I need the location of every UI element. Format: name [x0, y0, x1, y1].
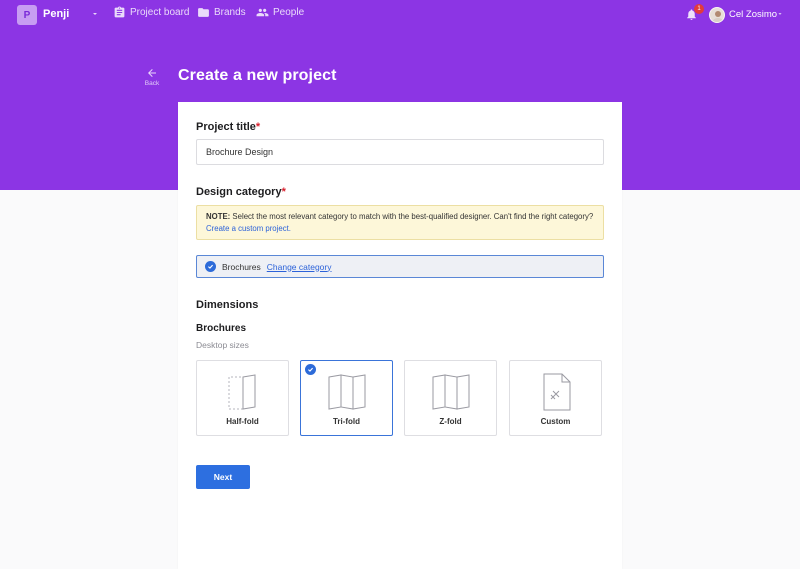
avatar-photo: [712, 11, 724, 22]
selected-category: Brochures Change category: [196, 255, 604, 278]
check-circle-icon: [305, 364, 316, 375]
arrow-left-icon: [148, 69, 156, 77]
category-note: NOTE: Select the most relevant category …: [196, 205, 604, 240]
change-category-link[interactable]: Change category: [267, 262, 332, 272]
required-mark: *: [255, 121, 261, 133]
tri-fold-icon: [328, 374, 365, 410]
avatar[interactable]: [709, 7, 725, 23]
dimensions-sub-label: Brochures: [196, 323, 247, 334]
project-title-input[interactable]: [196, 139, 604, 165]
option-half-fold[interactable]: Half-fold: [196, 360, 289, 436]
create-custom-project-link[interactable]: Create a custom project.: [206, 224, 291, 233]
option-z-fold[interactable]: Z-fold: [404, 360, 497, 436]
people-icon: [256, 8, 269, 17]
half-fold-icon: [228, 374, 255, 410]
z-fold-icon: [432, 374, 469, 410]
option-custom[interactable]: Custom: [509, 360, 602, 436]
user-name[interactable]: Cel Zosimo: [729, 9, 777, 20]
nav-people[interactable]: People: [256, 6, 304, 19]
check-circle-icon: [205, 261, 216, 272]
clipboard-icon: [114, 6, 125, 18]
dimensions-label: Dimensions: [196, 299, 259, 311]
back-button[interactable]: Back: [143, 67, 161, 87]
required-mark: *: [281, 186, 286, 198]
page-title: Create a new project: [178, 67, 337, 84]
folder-icon: [198, 8, 209, 17]
back-label: Back: [144, 80, 160, 87]
selected-category-name: Brochures: [222, 261, 261, 272]
next-button[interactable]: Next: [196, 465, 250, 489]
project-form-card: Project title* Design category* NOTE: Se…: [178, 102, 622, 569]
design-category-label: Design category*: [196, 186, 286, 198]
top-navigation: P Penji Project board Brands People 1 Ce…: [0, 0, 800, 30]
nav-project-board[interactable]: Project board: [113, 6, 189, 19]
project-title-label: Project title*: [196, 121, 261, 133]
brand-logo[interactable]: P: [17, 5, 37, 25]
nav-brands[interactable]: Brands: [197, 6, 246, 19]
chevron-down-icon[interactable]: [90, 9, 100, 19]
option-tri-fold[interactable]: Tri-fold: [300, 360, 393, 436]
chevron-down-icon[interactable]: [776, 10, 784, 18]
notification-badge: 1: [694, 4, 704, 14]
desktop-sizes-hint: Desktop sizes: [196, 340, 249, 350]
brand-name[interactable]: Penji: [43, 8, 69, 20]
custom-size-icon: [543, 373, 570, 411]
